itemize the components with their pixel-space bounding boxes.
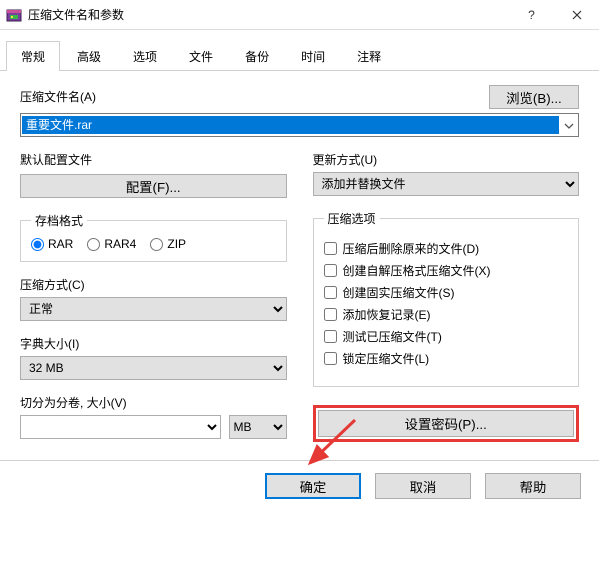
chk-recovery-label: 添加恢复记录(E) [343, 306, 431, 323]
dict-size-label: 字典大小(I) [20, 335, 287, 352]
chk-delete-after-label: 压缩后删除原来的文件(D) [343, 240, 480, 257]
comp-method-select[interactable]: 正常 [20, 297, 287, 321]
archive-format-legend: 存档格式 [31, 212, 87, 229]
tabs: 常规 高级 选项 文件 备份 时间 注释 [0, 34, 599, 71]
chk-lock[interactable] [324, 352, 337, 365]
compress-options-group: 压缩选项 压缩后删除原来的文件(D) 创建自解压格式压缩文件(X) 创建固实压缩… [313, 210, 580, 387]
tab-time[interactable]: 时间 [286, 41, 340, 71]
compress-options-legend: 压缩选项 [324, 210, 380, 227]
chk-solid[interactable] [324, 286, 337, 299]
tab-general[interactable]: 常规 [6, 41, 60, 71]
archive-format-group: 存档格式 RAR RAR4 ZIP [20, 212, 287, 262]
chk-test[interactable] [324, 330, 337, 343]
split-label: 切分为分卷, 大小(V) [20, 394, 287, 411]
cancel-button[interactable]: 取消 [375, 473, 471, 499]
chk-lock-label: 锁定压缩文件(L) [343, 350, 430, 367]
window-title: 压缩文件名和参数 [28, 6, 509, 23]
split-unit-select[interactable]: MB [229, 415, 287, 439]
chk-sfx[interactable] [324, 264, 337, 277]
close-button[interactable] [554, 0, 599, 29]
profile-button[interactable]: 配置(F)... [20, 174, 287, 198]
split-size-select[interactable] [20, 415, 221, 439]
tab-advanced[interactable]: 高级 [62, 41, 116, 71]
comp-method-label: 压缩方式(C) [20, 276, 287, 293]
radio-zip-label: ZIP [167, 237, 186, 251]
radio-rar4[interactable]: RAR4 [87, 237, 136, 251]
titlebar: 压缩文件名和参数 ? [0, 0, 599, 30]
tab-options[interactable]: 选项 [118, 41, 172, 71]
help-button-footer[interactable]: 帮助 [485, 473, 581, 499]
tab-backup[interactable]: 备份 [230, 41, 284, 71]
help-button[interactable]: ? [509, 0, 554, 29]
update-mode-select[interactable]: 添加并替换文件 [313, 172, 580, 196]
app-icon [6, 7, 22, 23]
ok-button[interactable]: 确定 [265, 473, 361, 499]
chk-solid-label: 创建固实压缩文件(S) [343, 284, 455, 301]
radio-zip[interactable]: ZIP [150, 237, 186, 251]
dialog-footer: 确定 取消 帮助 [0, 460, 599, 513]
tab-content: 压缩文件名(A) 浏览(B)... 重要文件.rar 默认配置文件 配置(F).… [0, 71, 599, 452]
browse-button[interactable]: 浏览(B)... [489, 85, 579, 109]
profile-label: 默认配置文件 [20, 151, 287, 168]
filename-label: 压缩文件名(A) [20, 88, 479, 105]
chevron-down-icon [560, 118, 578, 132]
update-mode-label: 更新方式(U) [313, 151, 580, 168]
tab-comment[interactable]: 注释 [342, 41, 396, 71]
chk-test-label: 测试已压缩文件(T) [343, 328, 442, 345]
dict-size-select[interactable]: 32 MB [20, 356, 287, 380]
radio-rar[interactable]: RAR [31, 237, 73, 251]
chk-delete-after[interactable] [324, 242, 337, 255]
set-password-button[interactable]: 设置密码(P)... [318, 410, 575, 437]
set-password-highlight: 设置密码(P)... [313, 405, 580, 442]
radio-rar4-label: RAR4 [104, 237, 136, 251]
chk-recovery[interactable] [324, 308, 337, 321]
chk-sfx-label: 创建自解压格式压缩文件(X) [343, 262, 491, 279]
filename-combo[interactable]: 重要文件.rar [20, 113, 579, 137]
filename-value: 重要文件.rar [22, 116, 559, 134]
radio-rar-label: RAR [48, 237, 73, 251]
tab-files[interactable]: 文件 [174, 41, 228, 71]
